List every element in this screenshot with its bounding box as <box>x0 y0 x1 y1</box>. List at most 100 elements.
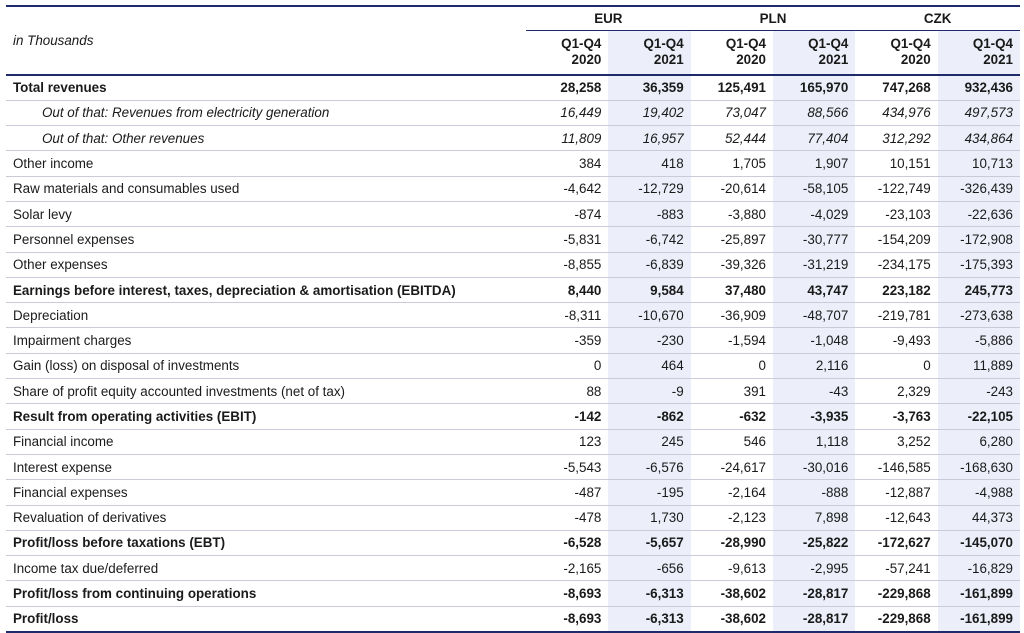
row-label: Profit/loss before taxations (EBT) <box>6 530 527 557</box>
value-cell: 10,713 <box>937 150 1020 177</box>
value-cell: -146,585 <box>855 454 938 481</box>
value-cell: -2,165 <box>526 555 609 582</box>
currency-pln: PLN <box>690 7 856 31</box>
value-cell: -1,594 <box>690 327 773 354</box>
period-header: Q1-Q4 2021 <box>608 30 691 76</box>
table-row: Gain (loss) on disposal of investments 0 4… <box>6 353 1020 380</box>
value-cell: 37,480 <box>690 277 773 304</box>
value-cell: -142 <box>526 403 609 430</box>
row-label: Other expenses <box>6 252 527 278</box>
period-year: 2020 <box>736 52 766 68</box>
value-cell: 391 <box>690 378 773 405</box>
value-cell: -30,016 <box>773 454 856 481</box>
value-cell: -478 <box>526 505 609 531</box>
value-cell: -874 <box>526 201 609 228</box>
value-cell: -25,822 <box>773 530 856 557</box>
value-cell: -25,897 <box>690 226 773 253</box>
value-cell: -10,670 <box>608 302 691 329</box>
value-cell: -24,617 <box>690 454 773 481</box>
value-cell: 7,898 <box>773 505 856 531</box>
value-cell: 52,444 <box>690 125 773 152</box>
period-header: Q1-Q4 2020 <box>855 30 938 76</box>
value-cell: -36,909 <box>690 302 773 329</box>
value-cell: -5,886 <box>937 327 1020 354</box>
value-cell: -28,817 <box>773 606 856 633</box>
value-cell: 88 <box>526 378 609 405</box>
value-cell: -161,899 <box>937 580 1020 607</box>
value-cell: 932,436 <box>937 74 1020 101</box>
value-cell: -1,048 <box>773 327 856 354</box>
value-cell: -8,311 <box>526 302 609 329</box>
period-label: Q1-Q4 <box>808 36 849 52</box>
table-row: Financial income 123 245 546 1,118 3,252 6,280 <box>6 429 1020 455</box>
value-cell: 44,373 <box>937 505 1020 531</box>
table-row: Profit/loss from continuing operations -8… <box>6 580 1020 607</box>
value-cell: 36,359 <box>608 74 691 101</box>
value-cell: -58,105 <box>773 176 856 202</box>
period-label: Q1-Q4 <box>643 36 684 52</box>
row-label: Out of that: Other revenues <box>6 125 527 152</box>
row-label: Depreciation <box>6 302 527 329</box>
value-cell: -5,657 <box>608 530 691 557</box>
value-cell: -8,693 <box>526 606 609 633</box>
value-cell: -9,493 <box>855 327 938 354</box>
value-cell: -161,899 <box>937 606 1020 633</box>
table-row: Share of profit equity accounted investm… <box>6 378 1020 405</box>
value-cell: 19,402 <box>608 100 691 127</box>
value-cell: -4,988 <box>937 479 1020 506</box>
value-cell: -230 <box>608 327 691 354</box>
row-label: Other income <box>6 150 527 177</box>
value-cell: 77,404 <box>773 125 856 152</box>
value-cell: -48,707 <box>773 302 856 329</box>
period-label: Q1-Q4 <box>725 36 766 52</box>
value-cell: 747,268 <box>855 74 938 101</box>
value-cell: -30,777 <box>773 226 856 253</box>
value-cell: -6,839 <box>608 252 691 278</box>
value-cell: -12,729 <box>608 176 691 202</box>
value-cell: -172,627 <box>855 530 938 557</box>
period-header: Q1-Q4 2020 <box>690 30 773 76</box>
row-label: Profit/loss <box>6 606 527 633</box>
value-cell: 10,151 <box>855 150 938 177</box>
value-cell: -883 <box>608 201 691 228</box>
table-row: Depreciation -8,311 -10,670 -36,909 -48,707-… <box>6 302 1020 329</box>
value-cell: -23,103 <box>855 201 938 228</box>
period-year: 2021 <box>818 52 849 68</box>
row-label: Income tax due/deferred <box>6 555 527 582</box>
header-blank <box>6 7 526 31</box>
value-cell: 418 <box>608 150 691 177</box>
value-cell: 1,730 <box>608 505 691 531</box>
value-cell: -39,326 <box>690 252 773 278</box>
value-cell: -38,602 <box>690 606 773 633</box>
value-cell: -6,576 <box>608 454 691 481</box>
value-cell: 1,705 <box>690 150 773 177</box>
value-cell: 546 <box>690 429 773 455</box>
value-cell: -57,241 <box>855 555 938 582</box>
table-row: Other expenses -8,855 -6,839 -39,326 -31,219… <box>6 252 1020 278</box>
value-cell: 9,584 <box>608 277 691 304</box>
value-cell: -6,313 <box>608 580 691 607</box>
value-cell: 0 <box>690 353 773 380</box>
value-cell: 0 <box>526 353 609 380</box>
table-row: Solar levy -874 -883 -3,880 -4,029 -23,103 -22… <box>6 201 1020 228</box>
table-row: Profit/loss -8,693 -6,313 -38,602 -28,817 -22… <box>6 606 1020 633</box>
period-header: Q1-Q4 2021 <box>937 30 1020 76</box>
value-cell: -195 <box>608 479 691 506</box>
value-cell: -16,829 <box>937 555 1020 582</box>
value-cell: -12,643 <box>855 505 938 531</box>
value-cell: 1,118 <box>773 429 856 455</box>
value-cell: 3,252 <box>855 429 938 455</box>
financial-table: EUR PLN CZK in Thousands Q1-Q4 2020 Q1-Q4 2… <box>6 5 1020 633</box>
value-cell: -28,990 <box>690 530 773 557</box>
value-cell: -632 <box>690 403 773 430</box>
row-label: Result from operating activities (EBIT) <box>6 403 527 430</box>
value-cell: 73,047 <box>690 100 773 127</box>
value-cell: -2,164 <box>690 479 773 506</box>
value-cell: -234,175 <box>855 252 938 278</box>
value-cell: 0 <box>855 353 938 380</box>
value-cell: 223,182 <box>855 277 938 304</box>
period-header: Q1-Q4 2021 <box>773 30 856 76</box>
table-row: Earnings before interest, taxes, depreci… <box>6 277 1020 304</box>
income-statement: EUR PLN CZK in Thousands Q1-Q4 2020 Q1-Q4 2… <box>6 5 1020 633</box>
value-cell: -12,887 <box>855 479 938 506</box>
